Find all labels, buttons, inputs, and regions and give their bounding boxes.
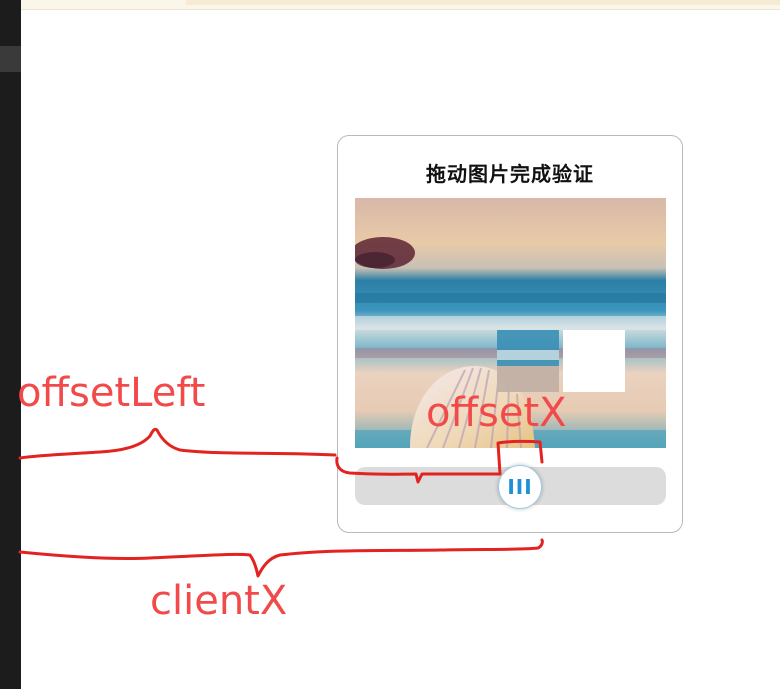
annotation-clientx: clientX xyxy=(150,578,288,624)
clientx-brace xyxy=(18,538,544,578)
grip-bars-icon: III xyxy=(507,475,533,499)
annotation-offsetleft: offsetLeft xyxy=(17,370,206,416)
slider-handle[interactable]: III xyxy=(498,465,542,509)
top-notification-bar xyxy=(21,0,780,10)
annotation-offsetx: offsetX xyxy=(426,390,567,436)
puzzle-slot-icon xyxy=(563,330,625,392)
captcha-title: 拖动图片完成验证 xyxy=(426,162,594,186)
top-bar-highlight xyxy=(186,0,780,5)
editor-left-strip xyxy=(0,0,21,689)
offsetleft-brace xyxy=(18,427,337,460)
editor-tab-marker xyxy=(0,46,21,72)
captcha-dialog: 拖动图片完成验证 III xyxy=(337,135,683,533)
